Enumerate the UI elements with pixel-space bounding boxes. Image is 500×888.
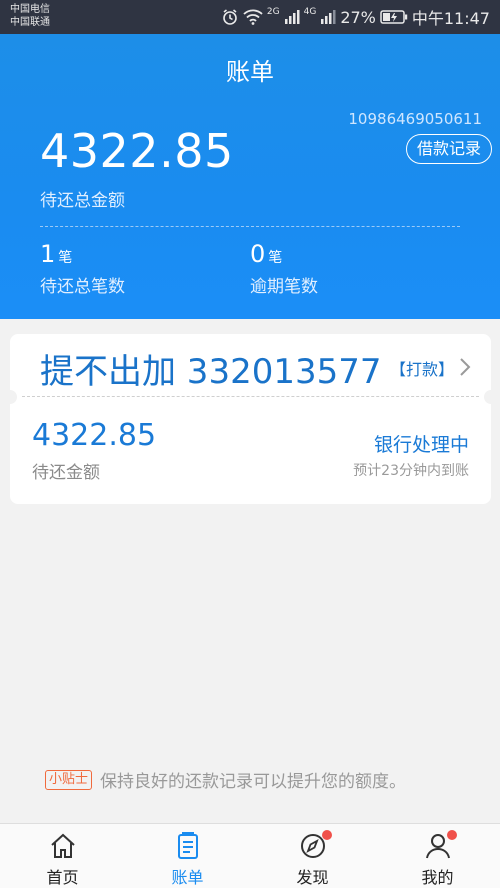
home-icon <box>49 832 77 860</box>
pending-count: 1 <box>40 240 56 268</box>
bill-amount: 4322.85 <box>32 418 157 453</box>
account-number: 10986469050611 <box>348 110 482 128</box>
card-divider <box>22 396 479 397</box>
header-divider <box>40 226 460 227</box>
bottom-nav: 首页 账单 发现 我的 <box>0 823 500 888</box>
clock: 中午11:47 <box>411 9 490 28</box>
bill-amount-label: 待还金额 <box>32 463 100 483</box>
tip-bar: 小贴士 保持良好的还款记录可以提升您的额度。 <box>45 767 406 792</box>
overdue-count-stat: 0笔 逾期笔数 <box>250 240 318 297</box>
total-amount-label: 待还总金额 <box>40 191 125 211</box>
battery-icon <box>380 10 408 24</box>
network-type-2: 4G <box>303 7 317 17</box>
bill-icon <box>174 832 202 860</box>
pending-count-stat: 1笔 待还总笔数 <box>40 240 125 297</box>
card-notch-right <box>484 390 498 404</box>
bank-status: 银行处理中 <box>373 434 469 456</box>
card-notch-left <box>3 390 17 404</box>
arrival-eta: 预计23分钟内到账 <box>353 463 469 479</box>
nav-label-discover: 发现 <box>296 868 329 887</box>
total-amount: 4322.85 <box>40 124 234 178</box>
overdue-unit: 笔 <box>268 250 283 266</box>
tip-badge: 小贴士 <box>45 769 93 790</box>
carrier-1: 中国电信 <box>10 4 50 15</box>
card-title: 提不出加 332013577 <box>40 352 382 392</box>
bill-card[interactable]: 提不出加 332013577 【打款】 4322.85 待还金额 银行处理中 预… <box>10 334 491 504</box>
nav-label-me: 我的 <box>421 868 454 887</box>
me-notification-dot <box>447 830 457 840</box>
nav-item-home[interactable]: 首页 <box>0 824 125 888</box>
nav-label-home: 首页 <box>46 868 79 887</box>
nav-item-discover[interactable]: 发现 <box>250 824 375 888</box>
network-type-1: 2G <box>266 7 280 17</box>
pending-unit: 笔 <box>58 250 73 266</box>
status-bar: 中国电信 中国联通 2G 4G 27% 中午11:47 <box>0 0 500 34</box>
status-icons: 2G 4G 27% 中午11:47 <box>221 6 490 28</box>
bill-summary-header: 账单 10986469050611 借款记录 4322.85 待还总金额 1笔 … <box>0 34 500 319</box>
pending-count-label: 待还总笔数 <box>40 277 125 297</box>
nav-label-bill: 账单 <box>171 868 204 887</box>
carrier-info: 中国电信 中国联通 <box>10 3 50 29</box>
carrier-2: 中国联通 <box>10 17 50 28</box>
overdue-count: 0 <box>250 240 266 268</box>
signal-icon <box>284 10 300 24</box>
nav-item-bill[interactable]: 账单 <box>125 824 250 888</box>
overdue-count-label: 逾期笔数 <box>250 277 318 297</box>
signal-icon-2 <box>320 10 336 24</box>
battery-percent: 27% <box>340 7 376 27</box>
nav-item-me[interactable]: 我的 <box>375 824 500 888</box>
discover-notification-dot <box>322 830 332 840</box>
tip-text: 保持良好的还款记录可以提升您的额度。 <box>100 772 407 792</box>
page-title: 账单 <box>226 58 274 86</box>
chevron-right-icon[interactable] <box>458 356 472 382</box>
wifi-icon <box>243 9 263 25</box>
payment-tag: 【打款】 <box>390 360 455 379</box>
alarm-icon <box>221 8 239 26</box>
loan-record-button[interactable]: 借款记录 <box>405 134 492 164</box>
